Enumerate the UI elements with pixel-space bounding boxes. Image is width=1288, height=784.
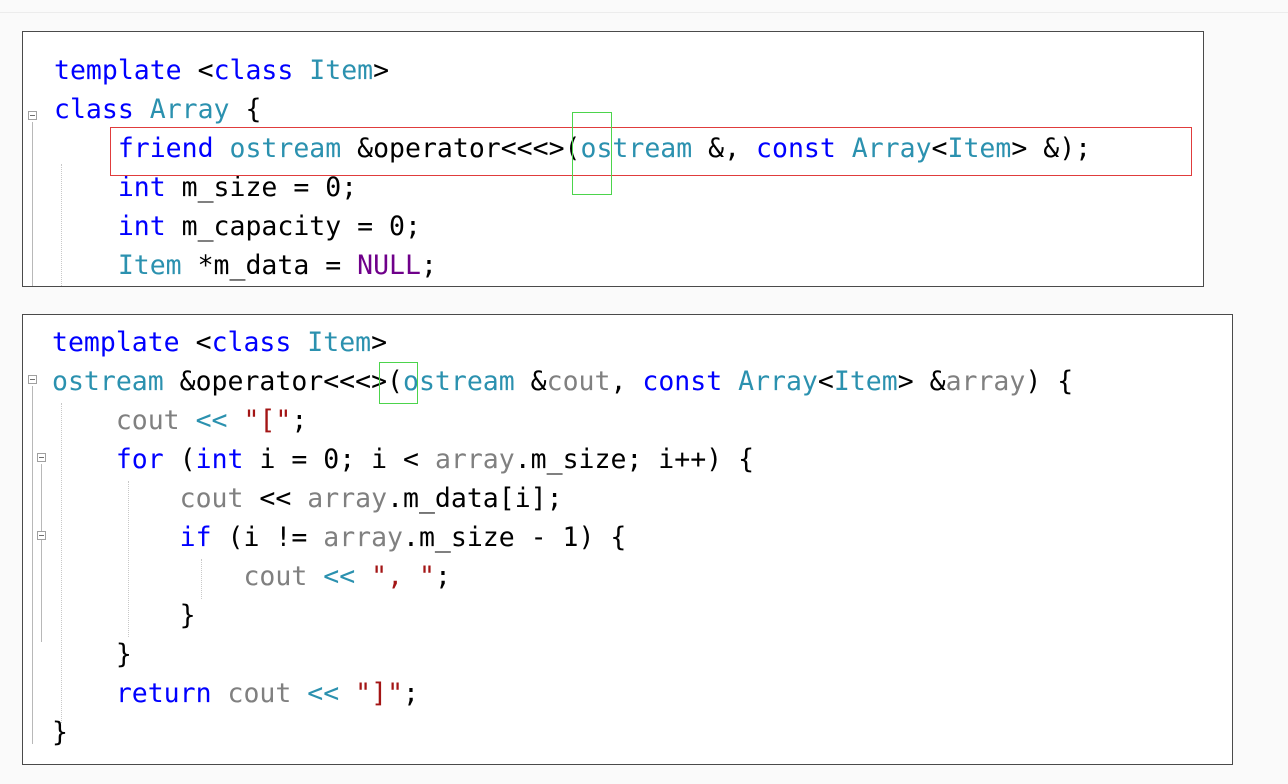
code-token: ; — [291, 405, 308, 436]
code-token: return — [52, 678, 228, 709]
code-token: Item — [309, 55, 374, 86]
code-token: cout — [546, 366, 611, 397]
code-token: ( — [179, 444, 196, 475]
code-token: class — [54, 94, 150, 125]
code-token: ; — [434, 561, 451, 592]
code-token: "[" — [243, 405, 292, 436]
code-token: < — [197, 55, 214, 86]
fold-toggle-icon[interactable] — [28, 375, 37, 384]
code-token: > — [371, 327, 388, 358]
code-token: , — [610, 366, 643, 397]
fold-toggle-icon[interactable] — [37, 531, 46, 540]
code-token: } — [52, 639, 132, 670]
code-token: (i != — [227, 522, 324, 553]
code-token: int — [195, 444, 260, 475]
code-token: & — [514, 366, 547, 397]
friend-declaration-highlight-box — [110, 127, 1192, 176]
code-token: int — [54, 172, 182, 203]
code-token: "]" — [355, 678, 404, 709]
code-line: } — [52, 713, 68, 752]
code-token: cout — [52, 561, 308, 592]
code-token: << — [243, 483, 308, 514]
code-token: < — [195, 327, 212, 358]
top-divider — [0, 12, 1288, 13]
code-token: << — [291, 678, 356, 709]
code-token: { — [229, 94, 262, 125]
code-line: for (int i = 0; i < array.m_size; i++) { — [52, 440, 754, 479]
code-token: class — [211, 327, 308, 358]
code-line: template <class Item> — [54, 51, 389, 90]
code-token: &operator<<<>( — [163, 366, 404, 397]
code-token: const — [642, 366, 739, 397]
code-token: for — [52, 444, 180, 475]
code-token: array — [307, 483, 388, 514]
code-token: if — [52, 522, 228, 553]
code-token: ostream — [52, 366, 164, 397]
code-token: i = 0; i < — [259, 444, 435, 475]
code-token: template — [54, 55, 198, 86]
fold-toggle-icon[interactable] — [28, 111, 37, 120]
fold-line — [32, 386, 33, 744]
code-line: } — [52, 635, 132, 674]
code-line: return cout << "]"; — [52, 674, 419, 713]
code-token: m_capacity = 0; — [181, 211, 421, 242]
code-token: cout — [52, 405, 180, 436]
code-line: template <class Item> — [52, 323, 387, 362]
code-token: << — [307, 561, 372, 592]
code-token: cout — [227, 678, 292, 709]
code-token: << — [179, 405, 244, 436]
code-token: ; — [403, 678, 419, 709]
code-token: *m_data = — [181, 250, 358, 281]
code-token: .m_size; i++) { — [514, 444, 755, 475]
code-token: m_size = 0; — [181, 172, 358, 203]
code-line: cout << "["; — [52, 401, 308, 440]
code-line: int m_capacity = 0; — [54, 207, 421, 246]
code-token: ) { — [1025, 366, 1074, 397]
code-token: int — [54, 211, 182, 242]
code-token: NULL — [357, 250, 421, 281]
fold-line — [41, 542, 42, 607]
code-line: } — [52, 596, 196, 635]
code-token: > — [373, 55, 390, 86]
code-token: < — [817, 366, 834, 397]
code-token: Item — [833, 366, 898, 397]
code-token: } — [52, 717, 68, 748]
code-token: template — [52, 327, 196, 358]
fold-line — [32, 122, 33, 286]
code-token: > & — [897, 366, 946, 397]
code-token: Array — [149, 94, 230, 125]
fold-toggle-icon[interactable] — [37, 453, 46, 462]
code-snippet-operator-definition: template <class Item> ostream &operator<… — [22, 314, 1233, 765]
code-token: array — [323, 522, 404, 553]
code-token: ", " — [371, 561, 435, 592]
code-line: class Array { — [54, 90, 261, 129]
code-line: Item *m_data = NULL; — [54, 246, 437, 285]
code-token: ostream — [403, 366, 515, 397]
code-line: cout << ", "; — [52, 557, 451, 596]
template-args-highlight-box — [572, 112, 612, 195]
code-token: .m_data[i]; — [387, 483, 563, 514]
code-token: cout — [52, 483, 244, 514]
code-token: class — [213, 55, 310, 86]
code-snippet-class-declaration: template <class Item> class Array { frie… — [22, 31, 1204, 287]
code-line: if (i != array.m_size - 1) { — [52, 518, 627, 557]
code-token: } — [52, 600, 196, 631]
code-token: array — [434, 444, 515, 475]
code-token: .m_size - 1) { — [403, 522, 627, 553]
code-token: Item — [54, 250, 182, 281]
code-token: Item — [307, 327, 372, 358]
code-token: ; — [420, 250, 437, 281]
code-token: Array — [738, 366, 818, 397]
template-args-highlight-box — [379, 362, 418, 404]
code-line: cout << array.m_data[i]; — [52, 479, 563, 518]
code-line: ostream &operator<<<>(ostream &cout, con… — [52, 362, 1073, 401]
code-token: array — [945, 366, 1026, 397]
